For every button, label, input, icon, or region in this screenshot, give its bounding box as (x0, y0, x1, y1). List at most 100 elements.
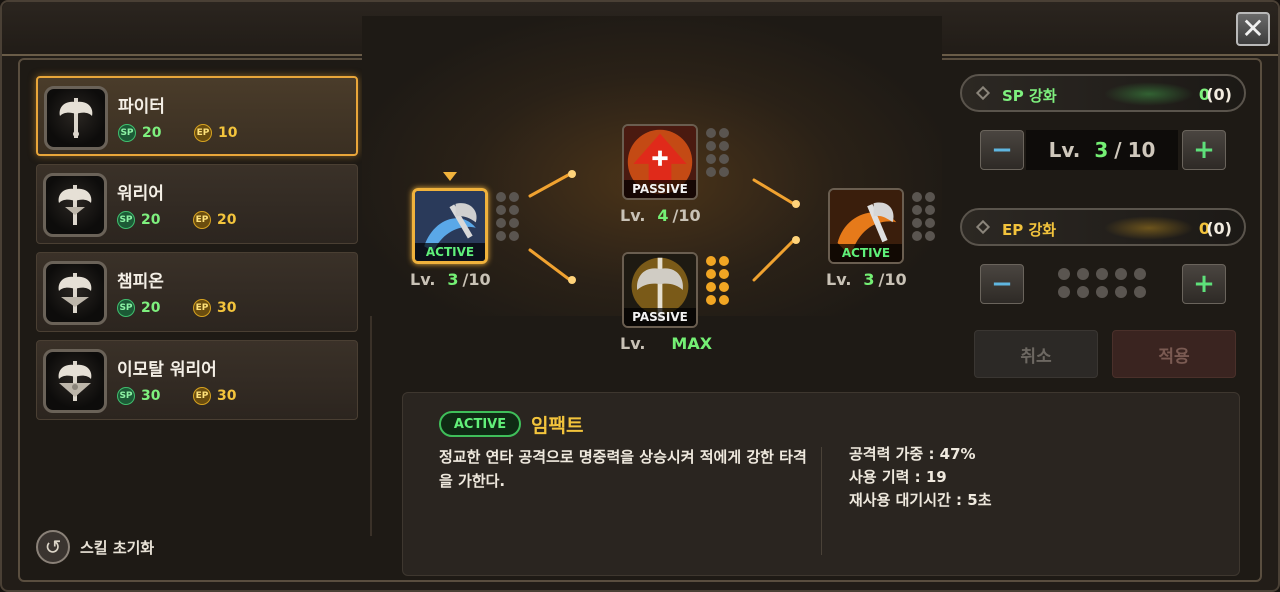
lv-current: MAX (671, 334, 713, 353)
lv-max: 10 (678, 206, 701, 225)
ep-value: 20 (217, 212, 237, 228)
ep-dot (1096, 268, 1108, 280)
level-dot (912, 218, 922, 228)
skill-tag: ACTIVE (830, 244, 902, 262)
skill-passive-axe-button[interactable]: PASSIVE (622, 252, 698, 328)
class-item-immortal-warrior[interactable]: 이모탈 워리어 SP 30 EP 30 (36, 340, 358, 420)
skill-description-text: 정교한 연타 공격으로 명중력을 상승시켜 적에게 강한 타격을 가한다. (439, 448, 807, 490)
ep-dot (1115, 268, 1127, 280)
skill-level-dots (706, 128, 729, 177)
sp-value: 30 (141, 388, 161, 404)
ep-cost: EP 30 (193, 387, 236, 405)
ep-dot (1096, 286, 1108, 298)
skill-level-text: Lv. 3/10 (410, 270, 491, 289)
skill-reset-button[interactable]: ↺ 스킬 초기화 (36, 530, 154, 564)
cancel-button[interactable]: 취소 (974, 330, 1098, 378)
level-dot (706, 128, 716, 138)
level-dot (912, 192, 922, 202)
ep-dot (1134, 268, 1146, 280)
ep-cost: EP 30 (193, 299, 236, 317)
skill-level-text: Lv. 3/10 (826, 270, 907, 289)
connector-node (792, 236, 800, 244)
skill-impact-button[interactable]: ACTIVE (412, 188, 488, 264)
level-dot (706, 154, 716, 164)
level-plus-button[interactable]: + (1182, 130, 1226, 170)
level-dot (509, 218, 519, 228)
sp-cost: SP 20 (118, 124, 161, 142)
level-dot (706, 269, 716, 279)
description-divider (821, 447, 822, 555)
ep-value: 30 (217, 300, 237, 316)
ep-badge-icon: EP (193, 387, 211, 405)
connector-line (752, 238, 796, 282)
sp-enhance-bar: SP 강화 0 (0) (960, 74, 1246, 112)
level-dot (496, 205, 506, 215)
lv-current: 3 (447, 270, 459, 289)
sp-badge-icon: SP (117, 211, 135, 229)
level-dot (925, 205, 935, 215)
connector-line (528, 172, 572, 198)
lv-max: 10 (468, 270, 491, 289)
close-button[interactable]: ✕ (1236, 12, 1270, 46)
level-dot (496, 192, 506, 202)
connector-line (752, 178, 796, 206)
level-dot (719, 295, 729, 305)
level-dot (509, 192, 519, 202)
stat-attack-weight: 공격력 가중 : 47% (849, 445, 976, 463)
skill-passive-up-button[interactable]: PASSIVE (622, 124, 698, 200)
class-name: 파이터 (118, 97, 165, 117)
level-dot (719, 167, 729, 177)
level-dot (706, 295, 716, 305)
close-icon: ✕ (1241, 12, 1265, 45)
level-dot (925, 192, 935, 202)
diamond-icon (975, 219, 991, 235)
stat-energy-cost: 사용 기력 : 19 (849, 468, 947, 486)
class-item-fighter[interactable]: 파이터 SP 20 EP 10 (36, 76, 358, 156)
class-name: 챔피온 (117, 272, 164, 292)
level-minus-button[interactable]: − (980, 130, 1024, 170)
sp-glow (1104, 82, 1194, 106)
lv-current: 3 (863, 270, 875, 289)
skill-active-axe-button[interactable]: ACTIVE (828, 188, 904, 264)
class-item-champion[interactable]: 챔피온 SP 20 EP 30 (36, 252, 358, 332)
ep-dot (1058, 268, 1070, 280)
class-item-warrior[interactable]: 워리어 SP 20 EP 20 (36, 164, 358, 244)
ep-enhance-total: (0) (1206, 219, 1232, 238)
axe-emblem-icon (44, 86, 108, 150)
level-dot (912, 231, 922, 241)
lv-max: 10 (884, 270, 907, 289)
ep-badge-icon: EP (193, 299, 211, 317)
skill-level-dots (706, 256, 729, 305)
level-display: Lv. 3 / 10 (1026, 130, 1178, 170)
level-dot (925, 218, 935, 228)
stat-cooldown: 재사용 대기시간 : 5초 (849, 491, 992, 509)
sp-enhance-total: (0) (1206, 85, 1232, 104)
level-dot (912, 205, 922, 215)
sp-cost: SP 30 (117, 387, 160, 405)
level-dot (706, 282, 716, 292)
minus-icon: − (991, 269, 1013, 299)
sp-value: 20 (142, 125, 162, 141)
ep-cost: EP 20 (193, 211, 236, 229)
sp-badge-icon: SP (117, 299, 135, 317)
reset-label: 스킬 초기화 (80, 538, 155, 557)
ep-dot (1058, 286, 1070, 298)
class-name: 이모탈 워리어 (117, 360, 217, 380)
skill-window: 스킬 ✕ 파이터 SP20 EP10 워리어 SP20 EP (0, 0, 1280, 592)
level-dot (925, 231, 935, 241)
connector-line (528, 248, 572, 282)
lv-label: Lv. (826, 270, 852, 289)
level-dot (719, 256, 729, 266)
ep-badge-icon: EP (194, 124, 212, 142)
lv-label: Lv. (620, 206, 646, 225)
skill-stats: 공격력 가중 : 47% 사용 기력 : 19 재사용 대기시간 : 5초 (849, 443, 992, 512)
level-label: Lv. (1048, 138, 1081, 162)
level-dot (509, 205, 519, 215)
ep-dot (1077, 268, 1089, 280)
ep-minus-button[interactable]: − (980, 264, 1024, 304)
ep-plus-button[interactable]: + (1182, 264, 1226, 304)
apply-button[interactable]: 적용 (1112, 330, 1236, 378)
ep-badge-icon: EP (193, 211, 211, 229)
level-dot (496, 231, 506, 241)
connector-node (568, 276, 576, 284)
